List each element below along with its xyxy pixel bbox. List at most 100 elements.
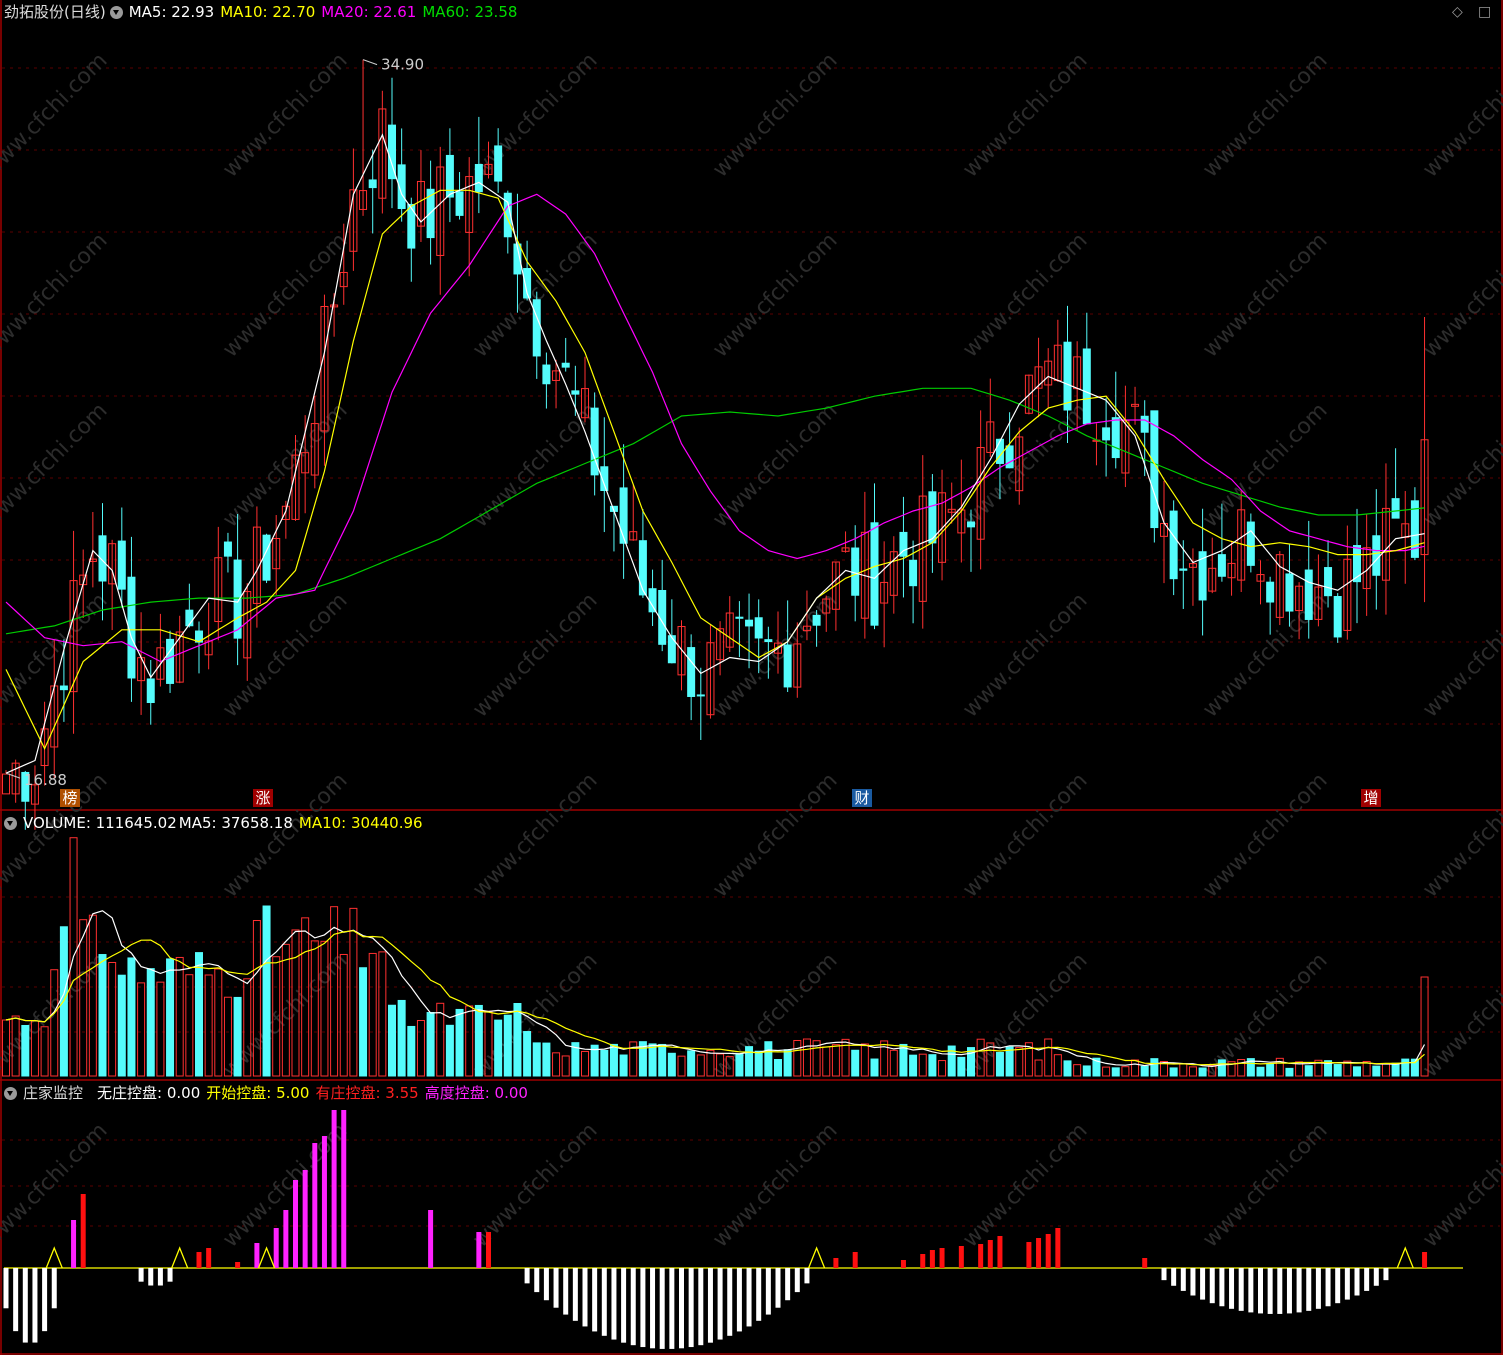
- watermark-text: www.cfchi.com: [708, 768, 842, 902]
- candle-body: [648, 588, 657, 613]
- watermark-text: www.cfchi.com: [1198, 768, 1332, 902]
- diamond-icon[interactable]: ◇: [1452, 4, 1463, 20]
- indicator-white-bar: [524, 1268, 530, 1284]
- indicator-white-bar: [630, 1268, 636, 1346]
- indicator-white-bar: [1354, 1268, 1360, 1296]
- volume-bar: [889, 1049, 898, 1077]
- ma5-legend: MA5: 22.93: [128, 3, 215, 21]
- indicator-peak: [171, 1246, 189, 1269]
- indicator-red-bar: [1055, 1228, 1061, 1268]
- dropdown-icon[interactable]: [109, 6, 123, 19]
- indicator-white-bar: [669, 1268, 675, 1349]
- indicator-pink-bar: [341, 1110, 347, 1268]
- volume-bar: [1304, 1065, 1313, 1077]
- indicator-red-bar: [196, 1252, 202, 1268]
- volume-bar: [648, 1043, 657, 1077]
- indicator-white-bar: [157, 1268, 163, 1286]
- volume-bar: [561, 1055, 570, 1077]
- volume-bar: [552, 1052, 561, 1077]
- watermark-text: www.cfchi.com: [958, 1118, 1092, 1252]
- indicator-white-bar: [534, 1268, 540, 1293]
- indicator-red-bar: [80, 1194, 86, 1268]
- volume-bar: [542, 1042, 551, 1077]
- watermark-text: www.cfchi.com: [708, 48, 842, 182]
- volume-bar: [1082, 1065, 1091, 1077]
- indicator-v4: 高度控盘: 0.00: [424, 1084, 528, 1102]
- indicator-white-bar: [22, 1268, 28, 1343]
- candle-body: [687, 647, 696, 697]
- indicator-v3: 有庄控盘: 3.55: [315, 1084, 419, 1102]
- indicator-white-bar: [167, 1268, 173, 1282]
- volume-bar: [754, 1050, 763, 1077]
- indicator-white-bar: [1296, 1268, 1302, 1313]
- indicator-white-bar: [785, 1268, 791, 1301]
- candle-body: [571, 390, 580, 395]
- candle-body: [223, 541, 232, 557]
- indicator-white-bar: [756, 1268, 762, 1321]
- indicator-title: 庄家监控: [23, 1084, 84, 1102]
- indicator-white-bar: [1248, 1268, 1254, 1313]
- volume-bar: [349, 907, 358, 1077]
- candle-body: [812, 614, 821, 626]
- volume-bar: [79, 919, 88, 1077]
- volume-bar: [388, 1004, 396, 1077]
- candle-body: [995, 438, 1004, 464]
- volume-ma10-legend: MA10: 30440.96: [298, 814, 423, 832]
- watermark-text: www.cfchi.com: [218, 48, 352, 182]
- volume-bar: [407, 1025, 416, 1077]
- indicator-white-bar: [727, 1268, 733, 1336]
- volume-bar: [156, 981, 165, 1077]
- volume-legend: VOLUME: 111645.02: [23, 814, 177, 832]
- watermark-text: www.cfchi.com: [1418, 1118, 1503, 1252]
- watermark-text: www.cfchi.com: [1418, 398, 1503, 532]
- candle-body: [909, 559, 918, 587]
- volume-bar: [938, 1060, 947, 1077]
- candle-body: [455, 191, 464, 216]
- candle-body: [1333, 596, 1342, 638]
- candle-body: [967, 521, 975, 528]
- volume-bar: [532, 1042, 541, 1077]
- volume-bar: [1073, 1064, 1082, 1077]
- candle-body: [262, 534, 271, 581]
- candle-body: [1391, 498, 1400, 519]
- indicator-peak: [45, 1246, 63, 1269]
- indicator-white-bar: [42, 1268, 48, 1332]
- watermark-text: www.cfchi.com: [218, 768, 352, 902]
- indicator-red-bar: [997, 1236, 1003, 1268]
- candle-body: [59, 685, 68, 691]
- candle-body: [1005, 445, 1014, 469]
- square-icon[interactable]: □: [1478, 4, 1491, 20]
- volume-bar: [783, 1049, 792, 1077]
- watermark-text: www.cfchi.com: [1418, 948, 1503, 1082]
- volume-bar: [581, 1050, 589, 1077]
- watermark-text: www.cfchi.com: [708, 1118, 842, 1252]
- candle-body: [735, 616, 744, 619]
- indicator-pink-bar: [71, 1220, 77, 1268]
- volume-bar: [1005, 1046, 1014, 1077]
- candle-body: [696, 694, 705, 697]
- volume-bar: [957, 1056, 966, 1077]
- volume-bar: [1372, 1065, 1381, 1077]
- volume-bar: [677, 1055, 686, 1077]
- indicator-white-bar: [592, 1268, 598, 1332]
- ma60-legend: MA60: 23.58: [422, 3, 518, 21]
- low-pointer: [5, 772, 21, 779]
- volume-bar: [368, 952, 377, 1077]
- volume-bar: [1266, 1063, 1275, 1077]
- candle-body: [166, 638, 175, 684]
- candle-body: [532, 299, 541, 357]
- indicator-white-bar: [13, 1268, 19, 1332]
- watermark-text: www.cfchi.com: [958, 228, 1092, 362]
- dropdown-icon[interactable]: [4, 817, 17, 830]
- indicator-red-bar: [1142, 1258, 1148, 1268]
- watermark-text: www.cfchi.com: [1418, 768, 1503, 902]
- volume-ma10-line: [5, 930, 1425, 1066]
- dropdown-icon[interactable]: [4, 1087, 17, 1100]
- ma5-line: [5, 133, 1425, 774]
- indicator-pink-bar: [331, 1110, 337, 1268]
- indicator-red-bar: [1045, 1234, 1051, 1268]
- watermark-text: www.cfchi.com: [468, 398, 602, 532]
- watermark-text: www.cfchi.com: [0, 588, 113, 722]
- indicator-white-bar: [1286, 1268, 1292, 1314]
- volume-bar: [416, 1019, 425, 1077]
